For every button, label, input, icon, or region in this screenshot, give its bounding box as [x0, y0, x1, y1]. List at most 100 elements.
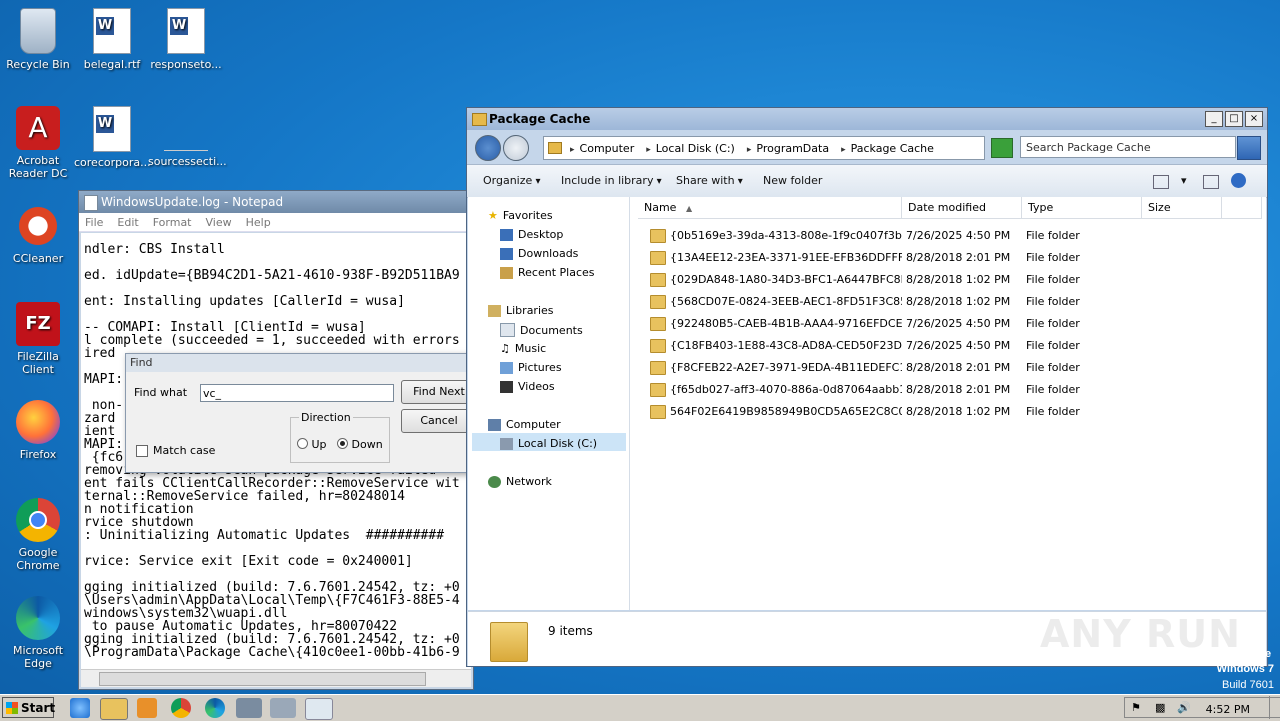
nav-local-disk[interactable]: Local Disk (C:) [500, 437, 597, 450]
view-options-icon[interactable] [1153, 175, 1169, 189]
column-header-type[interactable]: Type [1022, 197, 1142, 219]
clock[interactable]: 4:52 PM [1206, 703, 1250, 716]
menu-help[interactable]: Help [246, 216, 271, 229]
file-row[interactable]: {568CD07E-0824-3EEB-AEC1-8FD51F3C85C... 8… [630, 291, 1266, 313]
search-input[interactable]: Search Package Cache [1020, 136, 1236, 158]
forward-arrow-icon[interactable] [503, 135, 529, 161]
blank-file-icon [164, 128, 208, 151]
direction-up-option[interactable]: Up [297, 438, 327, 451]
explorer-window: Package Cache _ □ × Computer Local Disk … [466, 107, 1268, 667]
volume-icon[interactable]: 🔊 [1177, 701, 1191, 714]
find-dialog-title[interactable]: Find [126, 354, 469, 372]
desktop-icon-label: belegal.rtf [83, 58, 141, 71]
file-row[interactable]: 564F02E6419B9858949B0CD5A65E2C8C094... 8/… [630, 401, 1266, 423]
remote-desktop-icon[interactable] [236, 698, 262, 718]
file-name: {922480B5-CAEB-4B1B-AAA4-9716EFDCE26... [670, 317, 902, 330]
file-row[interactable]: {F8CFEB22-A2E7-3971-9EDA-4B11EDEFC18... 8… [630, 357, 1266, 379]
organize-button[interactable]: Organize [483, 174, 540, 187]
breadcrumb-local-disk[interactable]: Local Disk (C:) [638, 142, 739, 155]
breadcrumb-computer[interactable]: Computer [562, 142, 638, 155]
nav-label: Videos [518, 380, 555, 393]
preview-pane-icon[interactable] [1203, 175, 1219, 189]
nav-computer[interactable]: Computer [488, 418, 561, 431]
system-tray: ⚑ ▩ 🔊 4:52 PM [1124, 696, 1280, 719]
radio-up[interactable] [297, 438, 308, 449]
direction-down-option[interactable]: Down [337, 438, 383, 451]
find-what-input[interactable] [200, 384, 394, 402]
nav-music[interactable]: ♫ Music [500, 342, 546, 355]
network-tool-icon[interactable] [270, 698, 296, 718]
minimize-button[interactable]: _ [1205, 111, 1223, 127]
navigation-pane: ★ Favorites Desktop Downloads Recent Pla… [468, 197, 630, 610]
menu-format[interactable]: Format [153, 216, 192, 229]
desktop-icon-belegal[interactable]: belegal.rtf [74, 8, 150, 71]
file-row[interactable]: {922480B5-CAEB-4B1B-AAA4-9716EFDCE26... 7… [630, 313, 1266, 335]
desktop-icon-filezilla[interactable]: FileZilla Client [0, 302, 76, 376]
help-icon[interactable] [1231, 173, 1246, 188]
file-row[interactable]: {0b5169e3-39da-4313-808e-1f9c0407f3bf} 7/… [630, 225, 1266, 247]
menu-view[interactable]: View [206, 216, 232, 229]
media-player-icon[interactable] [137, 698, 157, 718]
close-button[interactable]: × [1245, 111, 1263, 127]
desktop-icon-corecorpora[interactable]: corecorpora... [74, 106, 151, 169]
nav-favorites[interactable]: ★ Favorites [488, 209, 553, 222]
nav-downloads[interactable]: Downloads [500, 247, 578, 260]
desktop-icon-firefox[interactable]: Firefox [0, 400, 76, 461]
menu-file[interactable]: File [85, 216, 103, 229]
desktop-icon-ccleaner[interactable]: CCleaner [0, 204, 76, 265]
refresh-icon[interactable] [991, 138, 1013, 158]
nav-recent-places[interactable]: Recent Places [500, 266, 595, 279]
item-count: 9 items [548, 624, 593, 638]
computer-icon [488, 418, 501, 431]
desktop-icon-responseto[interactable]: responseto... [148, 8, 224, 71]
breadcrumb-programdata[interactable]: ProgramData [739, 142, 833, 155]
notepad-taskbar-icon[interactable] [305, 698, 333, 720]
start-button[interactable]: Start [2, 697, 55, 718]
back-arrow-icon[interactable] [475, 135, 501, 161]
file-row[interactable]: {029DA848-1A80-34D3-BFC1-A6447BFC8E7... 8… [630, 269, 1266, 291]
radio-down[interactable] [337, 438, 348, 449]
file-row[interactable]: {C18FB403-1E88-43C8-AD8A-CED50F23DE8... 7… [630, 335, 1266, 357]
notepad-title[interactable]: WindowsUpdate.log - Notepad [79, 191, 473, 213]
search-icon[interactable] [1237, 136, 1261, 160]
maximize-button[interactable]: □ [1225, 111, 1243, 127]
edge-taskbar-icon[interactable] [205, 698, 225, 718]
os-brand-line1: Windows 7 [1216, 663, 1274, 675]
column-header-name[interactable]: Name ▲ [638, 197, 902, 219]
flag-icon[interactable]: ⚑ [1131, 701, 1141, 714]
address-bar[interactable]: Computer Local Disk (C:) ProgramData Pac… [543, 136, 985, 160]
desktop-icon-acrobat[interactable]: Acrobat Reader DC [0, 106, 76, 180]
new-folder-button[interactable]: New folder [763, 174, 822, 187]
share-with-button[interactable]: Share with [676, 174, 743, 187]
file-row[interactable]: {13A4EE12-23EA-3371-91EE-EFB36DDFFF3... 8… [630, 247, 1266, 269]
desktop-icon-label: FileZilla Client [17, 350, 59, 376]
nav-libraries[interactable]: Libraries [488, 304, 554, 317]
nav-label: Favorites [502, 209, 553, 222]
breadcrumb-package-cache[interactable]: Package Cache [833, 142, 938, 155]
show-desktop-button[interactable] [1269, 696, 1280, 719]
nav-desktop[interactable]: Desktop [500, 228, 563, 241]
nav-documents[interactable]: Documents [500, 323, 583, 337]
match-case-checkbox[interactable] [136, 445, 148, 457]
column-header-date[interactable]: Date modified [902, 197, 1022, 219]
explorer-taskbar-icon[interactable] [100, 698, 128, 720]
nav-network[interactable]: Network [488, 475, 552, 488]
network-tray-icon[interactable]: ▩ [1155, 701, 1165, 714]
menu-edit[interactable]: Edit [117, 216, 138, 229]
desktop-icon-sourcessecti[interactable]: sourcessecti... [148, 106, 227, 168]
nav-videos[interactable]: Videos [500, 380, 555, 393]
column-header-size[interactable]: Size [1142, 197, 1222, 219]
view-dropdown-icon[interactable]: ▾ [1181, 174, 1187, 187]
include-in-library-button[interactable]: Include in library [561, 174, 662, 187]
scrollbar-thumb[interactable] [99, 672, 426, 686]
desktop-icon-recycle-bin[interactable]: Recycle Bin [0, 8, 76, 71]
internet-explorer-icon[interactable] [70, 698, 90, 718]
desktop-icon-edge[interactable]: Microsoft Edge [0, 596, 76, 670]
horizontal-scrollbar[interactable] [81, 669, 471, 687]
explorer-title[interactable]: Package Cache [467, 108, 1267, 130]
nav-pictures[interactable]: Pictures [500, 361, 562, 374]
file-row[interactable]: {f65db027-aff3-4070-886a-0d87064aabb1} 8/… [630, 379, 1266, 401]
chrome-taskbar-icon[interactable] [171, 698, 191, 718]
desktop-icon-chrome[interactable]: Google Chrome [0, 498, 76, 572]
disk-icon [500, 437, 513, 450]
